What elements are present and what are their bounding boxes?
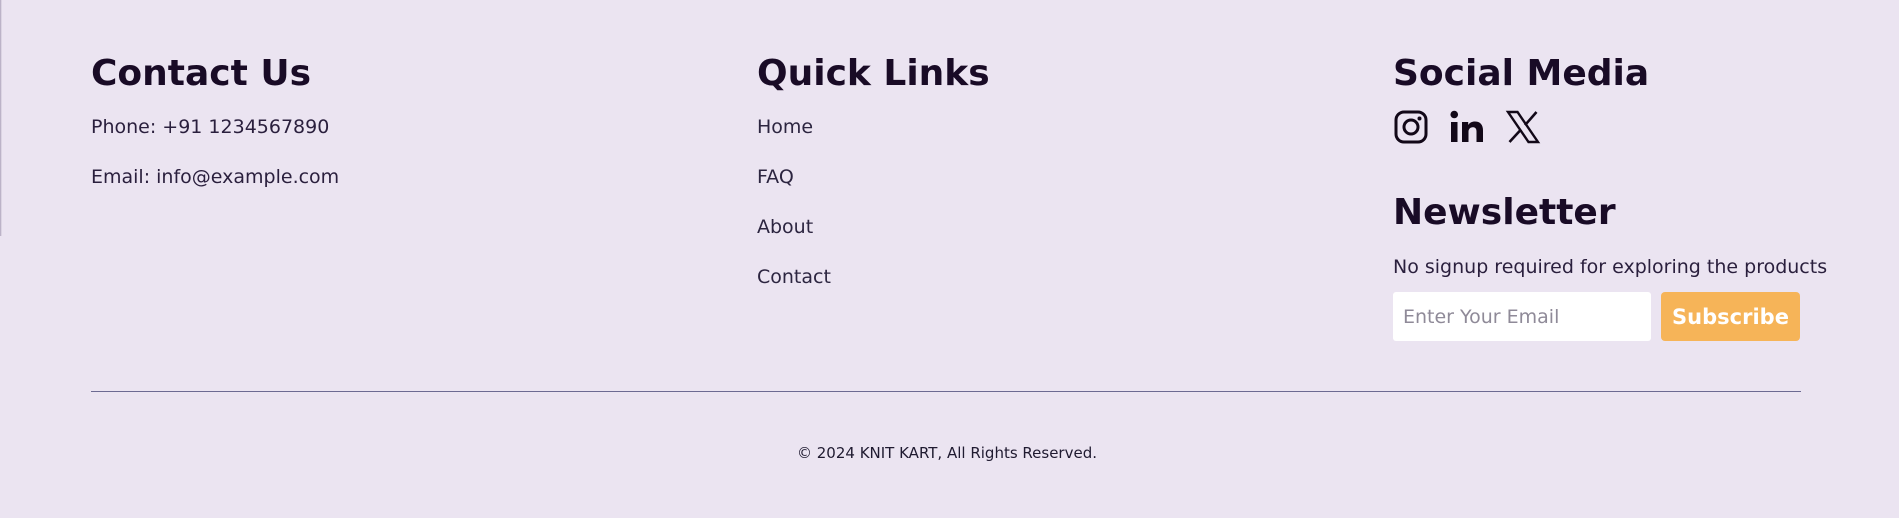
contact-heading: Contact Us (91, 53, 312, 94)
contact-phone: Phone: +91 1234567890 (91, 116, 330, 138)
quick-link-contact[interactable]: Contact (757, 265, 831, 289)
quick-link-about[interactable]: About (757, 215, 813, 239)
left-edge-shadow (0, 0, 2, 236)
quick-links-heading: Quick Links (757, 53, 990, 94)
instagram-icon[interactable] (1393, 109, 1429, 145)
newsletter-description: No signup required for exploring the pro… (1393, 256, 1828, 278)
subscribe-button[interactable]: Subscribe (1661, 292, 1800, 341)
footer-divider (91, 391, 1801, 392)
contact-email: Email: info@example.com (91, 166, 340, 188)
newsletter-email-input[interactable] (1393, 292, 1651, 341)
quick-link-home[interactable]: Home (757, 115, 813, 139)
quick-link-faq[interactable]: FAQ (757, 165, 794, 189)
copyright-text: © 2024 KNIT KART, All Rights Reserved. (796, 444, 1097, 462)
linkedin-icon[interactable] (1449, 109, 1485, 145)
social-media-heading: Social Media (1393, 53, 1650, 94)
newsletter-heading: Newsletter (1393, 192, 1616, 233)
x-icon[interactable] (1505, 109, 1541, 145)
